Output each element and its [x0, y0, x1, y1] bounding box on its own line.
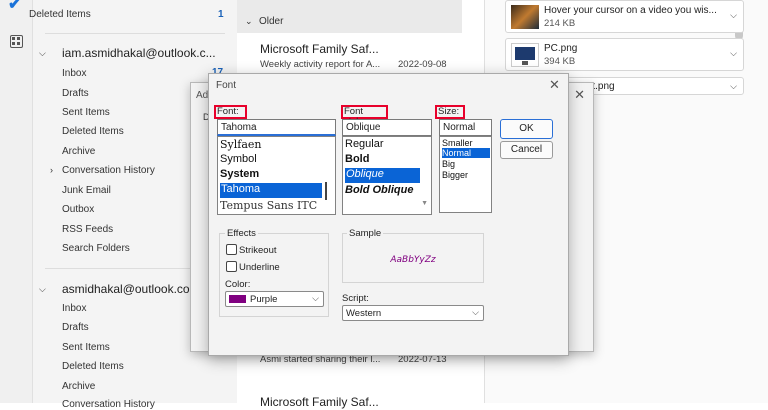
close-icon[interactable]: ✕: [549, 77, 560, 93]
folder-conversation-history[interactable]: Conversation History: [62, 165, 155, 176]
list-item[interactable]: Symbol: [220, 153, 257, 165]
color-value: Purple: [250, 294, 278, 305]
folder-outbox[interactable]: Outbox: [62, 204, 94, 215]
list-item[interactable]: Big: [442, 159, 455, 169]
script-dropdown[interactable]: Western ⌵: [342, 305, 484, 321]
attachment-name: PC.png: [544, 43, 578, 54]
color-dropdown[interactable]: Purple ⌵: [225, 291, 324, 307]
image-thumbnail: [511, 5, 539, 29]
chevron-right-icon[interactable]: ›: [50, 165, 53, 175]
font-style-label: Font style:: [341, 105, 388, 127]
chevron-down-icon[interactable]: ⌵: [730, 10, 737, 21]
folder-drafts[interactable]: Drafts: [62, 322, 89, 333]
scroll-down-icon[interactable]: ▼: [421, 200, 428, 207]
attachment-name: Hover your cursor on a video you wis...: [544, 5, 717, 16]
effects-label: Effects: [225, 228, 258, 239]
underline-label: Underline: [239, 262, 280, 273]
chevron-down-icon: ⌵: [472, 307, 479, 317]
folder-junk-email[interactable]: Junk Email: [62, 185, 111, 196]
account-header-1[interactable]: iam.asmidhakal@outlook.c...: [62, 46, 216, 60]
apps-grid-icon[interactable]: [10, 35, 23, 48]
folder-deleted-items[interactable]: Deleted Items: [29, 9, 91, 20]
list-item[interactable]: Sylfaen: [220, 138, 262, 151]
folder-inbox[interactable]: Inbox: [62, 303, 86, 314]
folder-sent-items[interactable]: Sent Items: [62, 107, 110, 118]
font-name-list[interactable]: Sylfaen Symbol System Tahoma Tempus Sans…: [217, 136, 336, 215]
message-subject[interactable]: Microsoft Family Saf...: [260, 42, 379, 56]
list-item[interactable]: Tempus Sans ITC: [220, 199, 317, 212]
color-swatch: [229, 295, 246, 303]
size-label: Size:: [435, 105, 465, 119]
dialog-title: Font: [216, 80, 237, 91]
underline-checkbox[interactable]: [226, 261, 237, 272]
chevron-down-icon: ⌄: [245, 16, 253, 26]
script-value: Western: [346, 308, 382, 319]
chevron-down-icon[interactable]: ⌵: [39, 48, 46, 59]
list-item[interactable]: Regular: [345, 138, 384, 150]
group-label: Older: [259, 16, 284, 27]
attachment-size: 394 KB: [544, 56, 576, 67]
folder-sent-items[interactable]: Sent Items: [62, 342, 110, 353]
group-header-older[interactable]: ⌄ Older: [237, 0, 462, 33]
cancel-button[interactable]: Cancel: [500, 141, 553, 159]
chevron-down-icon[interactable]: ⌵: [730, 81, 737, 92]
folder-deleted-items[interactable]: Deleted Items: [62, 361, 124, 372]
message-date: 2022-09-08: [398, 59, 447, 70]
folder-search-folders[interactable]: Search Folders: [62, 243, 130, 254]
sample-label: Sample: [347, 228, 384, 239]
color-label: Color:: [225, 279, 251, 290]
list-item-selected[interactable]: Normal: [442, 148, 490, 158]
sample-group: AaBbYyZz: [342, 233, 484, 283]
attachment-item[interactable]: Hover your cursor on a video you wis... …: [505, 0, 744, 33]
image-thumbnail: [511, 43, 539, 67]
list-item[interactable]: System: [220, 168, 259, 180]
folder-deleted-items[interactable]: Deleted Items: [62, 126, 124, 137]
font-style-input[interactable]: Oblique: [342, 119, 432, 136]
chevron-down-icon: ⌵: [312, 293, 319, 303]
font-name-input[interactable]: Tahoma: [217, 119, 336, 136]
strikeout-label: Strikeout: [239, 245, 277, 256]
font-label: Font:: [214, 105, 247, 119]
folder-conversation-history[interactable]: Conversation History: [62, 399, 155, 410]
divider: [45, 33, 225, 34]
attachment-size: 214 KB: [544, 18, 576, 29]
list-item-selected[interactable]: Oblique: [345, 168, 420, 183]
script-label: Script:: [342, 293, 369, 304]
list-item[interactable]: Smaller: [442, 138, 473, 148]
dialog-title: Ad: [196, 90, 209, 101]
folder-rss-feeds[interactable]: RSS Feeds: [62, 224, 113, 235]
checkmark-icon[interactable]: ✔: [8, 0, 26, 13]
list-item-selected[interactable]: Tahoma: [220, 183, 322, 198]
sample-preview: AaBbYyZz: [390, 255, 436, 265]
close-icon[interactable]: ✕: [574, 87, 585, 103]
chevron-down-icon[interactable]: ⌵: [730, 48, 737, 59]
folder-archive[interactable]: Archive: [62, 381, 95, 392]
strikeout-checkbox[interactable]: [226, 244, 237, 255]
app-rail: ✔: [0, 0, 33, 403]
attachment-item[interactable]: PC.png 394 KB ⌵: [505, 38, 744, 71]
folder-drafts[interactable]: Drafts: [62, 88, 89, 99]
message-subject[interactable]: Microsoft Family Saf...: [260, 395, 379, 409]
font-style-list[interactable]: Regular Bold Oblique Bold Oblique ▼: [342, 136, 432, 215]
size-input[interactable]: Normal: [439, 119, 492, 136]
message-preview[interactable]: Weekly activity report for A...: [260, 59, 380, 70]
size-list[interactable]: Smaller Normal Big Bigger: [439, 136, 492, 213]
list-item[interactable]: Bigger: [442, 170, 468, 180]
list-item[interactable]: Bold Oblique: [345, 184, 413, 196]
folder-archive[interactable]: Archive: [62, 146, 95, 157]
folder-inbox[interactable]: Inbox: [62, 68, 86, 79]
scrollbar[interactable]: [325, 182, 327, 200]
list-item[interactable]: Bold: [345, 153, 369, 165]
account-header-2[interactable]: asmidhakal@outlook.com: [62, 282, 200, 296]
ok-button[interactable]: OK: [500, 119, 553, 139]
chevron-down-icon[interactable]: ⌵: [39, 284, 46, 295]
